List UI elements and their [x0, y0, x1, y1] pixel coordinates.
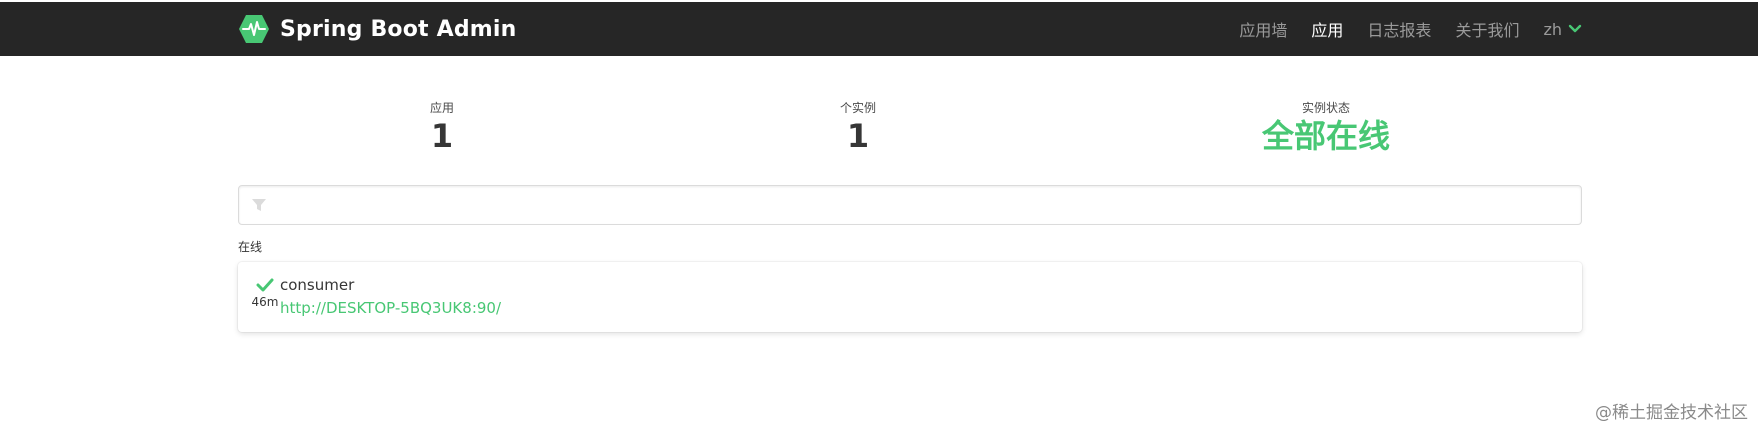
- check-icon: [256, 278, 274, 292]
- nav-link-applications[interactable]: 应用: [1311, 17, 1343, 41]
- nav-links: 应用墙 应用 日志报表 关于我们 zh: [1239, 17, 1582, 41]
- nav-link-about[interactable]: 关于我们: [1455, 17, 1519, 41]
- stat-status-label: 实例状态: [1301, 101, 1351, 115]
- application-card[interactable]: 46m consumer http://DESKTOP-5BQ3UK8:90/: [238, 262, 1582, 332]
- nav-link-wallboard[interactable]: 应用墙: [1239, 17, 1287, 41]
- stats-summary: 应用 1 个实例 1 实例状态 全部在线: [238, 100, 1582, 168]
- stat-status-value: 全部在线: [1261, 117, 1391, 155]
- heartbeat-hexagon-icon: [239, 15, 269, 43]
- stat-instances: 个实例 1: [840, 100, 876, 156]
- chevron-down-icon: [1568, 24, 1582, 33]
- nav-link-journal[interactable]: 日志报表: [1367, 17, 1431, 41]
- application-status: 46m: [248, 278, 282, 309]
- stat-applications-value: 1: [430, 117, 454, 155]
- stat-instances-value: 1: [846, 117, 870, 155]
- application-name: consumer: [280, 276, 355, 294]
- application-uptime: 46m: [251, 295, 279, 309]
- application-url[interactable]: http://DESKTOP-5BQ3UK8:90/: [280, 299, 501, 317]
- filter-box: [238, 185, 1582, 225]
- navbar: Spring Boot Admin 应用墙 应用 日志报表 关于我们 zh: [0, 2, 1758, 56]
- brand-title: Spring Boot Admin: [280, 16, 517, 42]
- group-label-online: 在线: [238, 240, 263, 254]
- stat-instances-label: 个实例: [839, 101, 877, 115]
- filter-icon: [252, 199, 266, 211]
- watermark: @稀土掘金技术社区: [1595, 403, 1748, 423]
- filter-input[interactable]: [279, 186, 1573, 224]
- brand[interactable]: Spring Boot Admin: [238, 14, 517, 44]
- stat-status: 实例状态 全部在线: [1262, 100, 1390, 156]
- language-dropdown[interactable]: zh: [1543, 20, 1582, 39]
- stat-applications-label: 应用: [429, 101, 455, 115]
- stat-applications: 应用 1: [430, 100, 454, 156]
- language-label: zh: [1543, 19, 1562, 39]
- navbar-inner: Spring Boot Admin 应用墙 应用 日志报表 关于我们 zh: [238, 2, 1582, 56]
